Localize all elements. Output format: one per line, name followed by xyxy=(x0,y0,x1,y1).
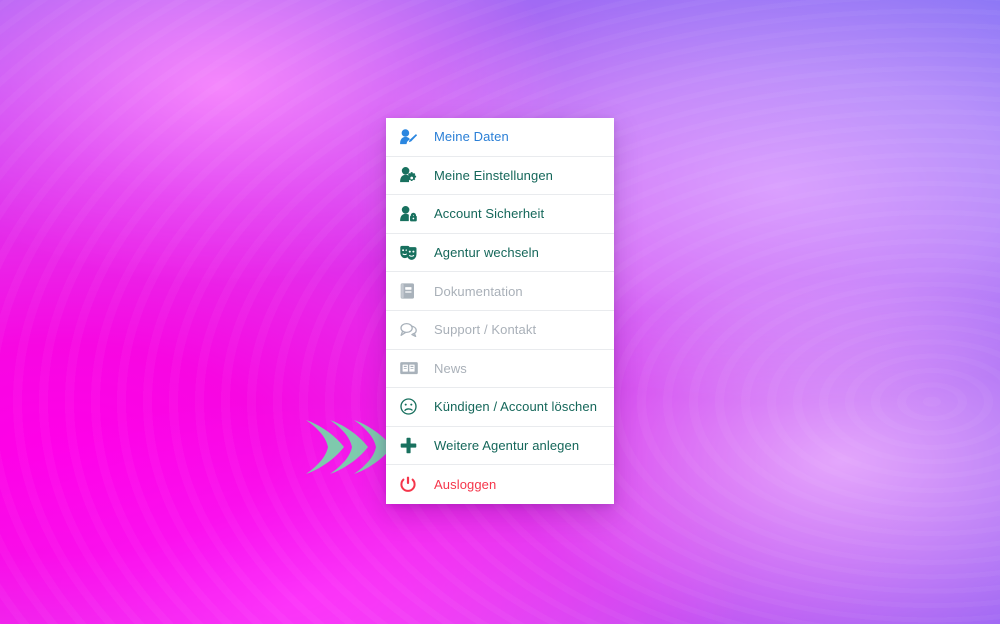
sad-face-icon xyxy=(400,396,426,418)
chat-bubbles-icon xyxy=(400,319,426,341)
menu-item-ausloggen[interactable]: Ausloggen xyxy=(386,465,614,504)
account-menu: Meine Daten Meine Einstellungen Account … xyxy=(386,118,614,504)
newspaper-icon xyxy=(400,357,426,379)
menu-item-account-sicherheit[interactable]: Account Sicherheit xyxy=(386,195,614,234)
chevron-arrows-icon xyxy=(306,420,392,474)
plus-icon xyxy=(400,435,426,457)
menu-item-kuendigen-account-loeschen[interactable]: Kündigen / Account löschen xyxy=(386,388,614,427)
menu-item-meine-daten[interactable]: Meine Daten xyxy=(386,118,614,157)
menu-item-label: Ausloggen xyxy=(434,477,497,493)
menu-item-meine-einstellungen[interactable]: Meine Einstellungen xyxy=(386,156,614,196)
menu-item-label: Dokumentation xyxy=(434,283,523,299)
screen: Meine Daten Meine Einstellungen Account … xyxy=(0,0,1000,624)
menu-item-label: Meine Daten xyxy=(434,129,509,145)
theater-masks-icon xyxy=(400,242,426,264)
power-icon xyxy=(400,474,426,496)
menu-item-label: Account Sicherheit xyxy=(434,206,545,222)
menu-item-label: Meine Einstellungen xyxy=(434,167,553,183)
menu-item-dokumentation[interactable]: Dokumentation xyxy=(386,272,614,311)
user-lock-icon xyxy=(400,203,426,225)
menu-item-support-kontakt[interactable]: Support / Kontakt xyxy=(386,310,614,350)
menu-item-label: News xyxy=(434,360,467,376)
menu-item-news[interactable]: News xyxy=(386,349,614,389)
menu-item-label: Kündigen / Account löschen xyxy=(434,399,598,415)
user-gear-icon xyxy=(400,164,426,186)
book-icon xyxy=(400,280,426,302)
menu-item-label: Weitere Agentur anlegen xyxy=(434,438,580,454)
menu-item-agentur-wechseln[interactable]: Agentur wechseln xyxy=(386,233,614,273)
menu-item-label: Support / Kontakt xyxy=(434,322,537,338)
triple-chevron-arrows-decoration xyxy=(304,418,394,476)
menu-item-weitere-agentur-anlegen[interactable]: Weitere Agentur anlegen xyxy=(386,426,614,466)
user-edit-icon xyxy=(400,126,426,148)
menu-item-label: Agentur wechseln xyxy=(434,245,539,261)
